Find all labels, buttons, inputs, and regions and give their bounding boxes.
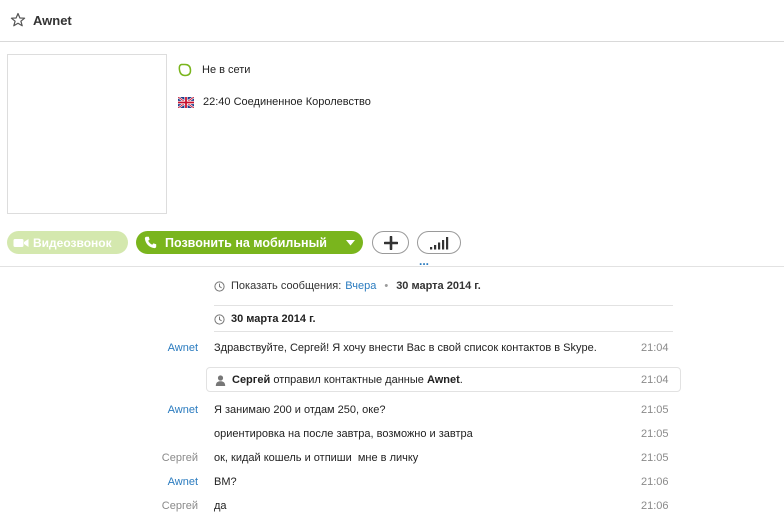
star-outline-icon[interactable] — [10, 12, 26, 28]
message-time: 21:05 — [641, 428, 669, 440]
header-divider — [0, 266, 784, 267]
message-row[interactable]: ориентировка на после завтра, возможно и… — [0, 427, 784, 443]
call-mobile-label: Позвонить на мобильный — [165, 235, 327, 250]
call-mobile-button[interactable]: Позвонить на мобильный — [136, 231, 363, 254]
message-time: 21:04 — [641, 374, 669, 386]
history-separator: • — [384, 280, 389, 292]
notice-action: отправил контактные данные — [273, 374, 424, 386]
message-row[interactable]: Awnet ВМ? 21:06 — [0, 475, 784, 491]
presence-status: Не в сети — [178, 62, 250, 78]
message-sender[interactable]: Сергей — [162, 452, 198, 464]
conversation-header: Awnet — [0, 0, 784, 42]
video-camera-icon — [13, 238, 29, 247]
local-time-row: 22:40 Соединенное Королевство — [178, 95, 371, 109]
clock-icon — [214, 280, 225, 292]
uk-flag-icon — [178, 96, 194, 108]
message-text: ок, кидай кошель и отпиши мне в личку — [214, 452, 419, 464]
message-row[interactable]: Сергей ок, кидай кошель и отпиши мне в л… — [0, 451, 784, 467]
history-label: Показать сообщения: — [231, 280, 342, 292]
message-text: Здравствуйте, Сергей! Я хочу внести Вас … — [214, 342, 597, 354]
video-call-label: Видеозвонок — [33, 235, 112, 250]
history-filter: Показать сообщения: Вчера • 30 марта 201… — [214, 279, 481, 293]
video-call-button[interactable]: Видеозвонок — [7, 231, 128, 254]
offline-status-icon — [178, 63, 192, 77]
message-time: 21:05 — [641, 452, 669, 464]
call-quality-button[interactable] — [417, 231, 461, 254]
person-icon — [215, 375, 226, 386]
notice-contact[interactable]: Awnet — [427, 374, 460, 386]
notice-end: . — [459, 374, 463, 386]
message-sender[interactable]: Сергей — [162, 500, 198, 512]
message-time: 21:06 — [641, 476, 669, 488]
phone-icon — [144, 236, 157, 249]
avatar[interactable] — [7, 54, 167, 214]
more-options-handle[interactable]: ... — [419, 255, 429, 267]
notice-text: Сергей отправил контактные данные Awnet. — [232, 374, 463, 386]
clock-icon — [214, 313, 225, 325]
message-sender[interactable]: Awnet — [168, 342, 198, 354]
message-text: ВМ? — [214, 476, 237, 488]
notice-user[interactable]: Сергей — [232, 374, 270, 386]
message-sender[interactable]: Awnet — [168, 476, 198, 488]
message-row[interactable]: Awnet Здравствуйте, Сергей! Я хочу внест… — [0, 341, 784, 357]
date-heading: 30 марта 2014 г. — [214, 312, 316, 326]
status-text: Не в сети — [202, 64, 251, 76]
local-time-text: 22:40 Соединенное Королевство — [203, 96, 371, 108]
date-heading-text: 30 марта 2014 г. — [231, 313, 316, 325]
message-row[interactable]: Сергей да 21:06 — [0, 499, 784, 515]
history-divider — [214, 305, 673, 306]
message-sender[interactable]: Awnet — [168, 404, 198, 416]
message-row[interactable]: Awnet Я занимаю 200 и отдам 250, оке? 21… — [0, 403, 784, 419]
message-text: да — [214, 500, 227, 512]
history-date-link[interactable]: 30 марта 2014 г. — [396, 280, 481, 292]
message-text: Я занимаю 200 и отдам 250, оке? — [214, 404, 386, 416]
chevron-down-icon[interactable] — [346, 240, 355, 246]
message-time: 21:04 — [641, 342, 669, 354]
signal-bars-icon — [430, 236, 449, 249]
plus-icon — [383, 235, 398, 250]
contact-name-title: Awnet — [33, 13, 72, 28]
message-time: 21:06 — [641, 500, 669, 512]
history-yesterday-link[interactable]: Вчера — [345, 280, 376, 292]
date-divider — [214, 331, 673, 332]
add-participant-button[interactable] — [372, 231, 409, 254]
message-time: 21:05 — [641, 404, 669, 416]
message-text: ориентировка на после завтра, возможно и… — [214, 428, 473, 440]
contact-shared-notice[interactable]: Сергей отправил контактные данные Awnet.… — [206, 367, 681, 392]
